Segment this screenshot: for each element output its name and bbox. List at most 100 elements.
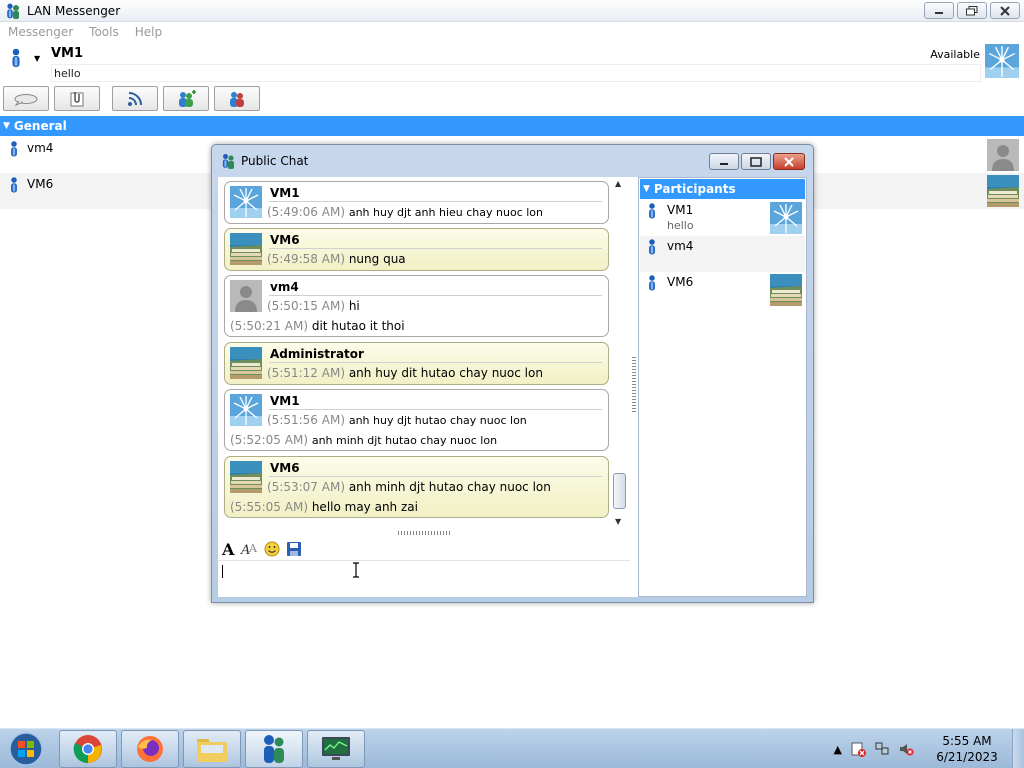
- participant-item-vm6[interactable]: VM6: [640, 272, 805, 308]
- clock-date: 6/21/2023: [936, 750, 998, 764]
- splitter-handle-vertical[interactable]: [632, 357, 636, 413]
- close-button[interactable]: [990, 2, 1020, 19]
- participant-item-vm4[interactable]: vm4: [640, 236, 805, 272]
- message-text: anh huy dit hutao chay nuoc lon: [348, 366, 543, 380]
- sender-name: Administrator: [270, 347, 364, 361]
- taskbar-firefox[interactable]: [121, 730, 179, 768]
- message-time: (5:52:05 AM): [230, 433, 308, 447]
- save-icon[interactable]: [286, 541, 302, 557]
- network-icon[interactable]: [874, 741, 890, 757]
- message-time: (5:50:21 AM): [230, 319, 308, 333]
- scroll-up-icon[interactable]: ▲: [615, 179, 621, 188]
- volume-icon[interactable]: [898, 741, 914, 757]
- message-text: hello may anh zai: [311, 500, 418, 514]
- participant-item-vm1[interactable]: VM1 hello: [640, 200, 805, 236]
- chat-minimize-button[interactable]: [709, 153, 739, 170]
- broadcast-button[interactable]: [112, 86, 158, 111]
- message-time: (5:49:06 AM): [267, 205, 345, 219]
- sender-name: vm4: [270, 280, 299, 294]
- text-caret: [222, 565, 223, 578]
- taskbar-explorer[interactable]: [183, 730, 241, 768]
- taskbar-task-manager[interactable]: [307, 730, 365, 768]
- add-group-button[interactable]: [163, 86, 209, 111]
- status-dropdown-icon[interactable]: ▼: [34, 54, 40, 63]
- user-status-icon: [647, 202, 657, 220]
- clock[interactable]: 5:55 AM 6/21/2023: [922, 733, 1012, 765]
- font-color-icon[interactable]: AA: [240, 541, 258, 557]
- profile-area: ▼ VM1 hello Available: [0, 42, 1024, 84]
- message-item: VM1 (5:51:56 AM) anh huy djt hutao chay …: [224, 389, 609, 451]
- splitter-handle-horizontal[interactable]: [398, 531, 452, 535]
- message-time: (5:53:07 AM): [267, 480, 345, 494]
- taskbar-lan-messenger[interactable]: [245, 730, 303, 768]
- start-button[interactable]: [6, 731, 46, 767]
- folder-icon: [197, 739, 227, 762]
- scroll-thumb[interactable]: [613, 473, 626, 509]
- smiley-icon[interactable]: [264, 541, 280, 557]
- paperclip-icon: [70, 91, 84, 106]
- text-cursor-icon: [353, 562, 359, 578]
- message-scrollbar[interactable]: ▲ ▼: [612, 177, 628, 529]
- firefox-icon: [137, 736, 163, 762]
- action-center-icon[interactable]: [850, 741, 866, 757]
- user-status-icon[interactable]: [10, 48, 22, 68]
- clock-time: 5:55 AM: [942, 734, 992, 748]
- message-time: (5:49:58 AM): [267, 252, 345, 266]
- message-time: (5:50:15 AM): [267, 299, 345, 313]
- taskbar-chrome[interactable]: [59, 730, 117, 768]
- message-item: VM6 (5:53:07 AM) anh minh djt hutao chay…: [224, 456, 609, 518]
- message-input[interactable]: [218, 560, 630, 597]
- user-status-icon: [9, 176, 19, 194]
- font-icon[interactable]: A: [222, 540, 234, 559]
- chat-maximize-button[interactable]: [741, 153, 771, 170]
- public-chat-window: Public Chat VM1 (5:49:06 AM) anh huy djt…: [211, 144, 814, 603]
- message-item: VM6 (5:49:58 AM) nung qua: [224, 228, 609, 271]
- buddy-avatar: [987, 175, 1019, 207]
- chat-room-button[interactable]: [3, 86, 49, 111]
- send-file-button[interactable]: [54, 86, 100, 111]
- show-hidden-icons-icon[interactable]: ▲: [834, 743, 842, 756]
- add-contact-icon: [179, 89, 196, 107]
- sender-avatar: [230, 394, 262, 426]
- user-status-icon: [647, 274, 657, 292]
- user-status-icon: [9, 140, 19, 158]
- window-title: LAN Messenger: [27, 3, 121, 18]
- expand-icon: ▼: [643, 184, 650, 194]
- menu-tools[interactable]: Tools: [89, 25, 119, 39]
- chat-close-button[interactable]: [773, 153, 805, 170]
- availability-label[interactable]: Available: [930, 48, 980, 61]
- contacts-settings-icon: [230, 91, 244, 107]
- message-text: nung qua: [348, 252, 406, 266]
- sender-avatar: [230, 347, 262, 379]
- menu-messenger[interactable]: Messenger: [8, 25, 73, 39]
- menu-bar: Messenger Tools Help: [0, 22, 1024, 42]
- message-text: anh huy djt hutao chay nuoc lon: [348, 414, 527, 427]
- status-message-input[interactable]: hello: [51, 64, 981, 82]
- maximize-icon: [750, 156, 762, 167]
- minimize-button[interactable]: [924, 2, 954, 19]
- message-log[interactable]: VM1 (5:49:06 AM) anh huy djt anh hieu ch…: [218, 177, 630, 529]
- sender-avatar: [230, 186, 262, 218]
- show-desktop-button[interactable]: [1012, 729, 1024, 768]
- lan-messenger-icon: [222, 154, 234, 169]
- message-item: Administrator (5:51:12 AM) anh huy dit h…: [224, 342, 609, 385]
- main-title-bar: LAN Messenger: [0, 0, 1024, 22]
- participant-name: VM1: [667, 203, 694, 217]
- participants-header[interactable]: ▼ Participants: [640, 179, 805, 199]
- restore-icon: [966, 5, 978, 15]
- taskbar: ▲ 5:55 AM 6/21/2023: [0, 728, 1024, 768]
- profile-name[interactable]: VM1: [51, 46, 83, 61]
- participants-panel: ▼ Participants VM1 hello vm4 VM6: [638, 177, 807, 597]
- group-header-general[interactable]: ▼ General: [0, 116, 1024, 136]
- profile-avatar[interactable]: [985, 44, 1019, 78]
- message-text: anh huy djt anh hieu chay nuoc lon: [348, 206, 543, 219]
- menu-help[interactable]: Help: [135, 25, 162, 39]
- sender-name: VM6: [270, 233, 300, 247]
- manage-contacts-button[interactable]: [214, 86, 260, 111]
- scroll-down-icon[interactable]: ▼: [615, 517, 621, 526]
- sender-name: VM1: [270, 394, 300, 408]
- sender-avatar: [230, 233, 262, 265]
- message-text: dit hutao it thoi: [311, 319, 405, 333]
- buddy-name: vm4: [27, 141, 54, 155]
- restore-button[interactable]: [957, 2, 987, 19]
